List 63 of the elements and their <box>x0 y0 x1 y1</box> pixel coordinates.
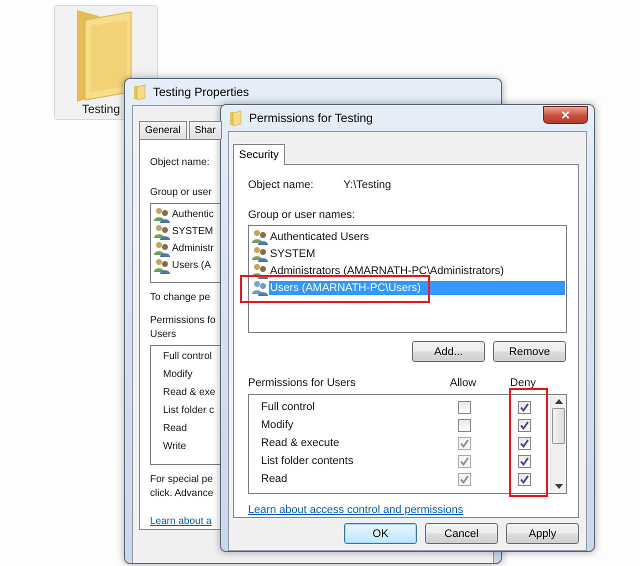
permission-name: Full control <box>260 400 316 414</box>
users-icon <box>252 280 268 296</box>
permissions-label: Permissions fo <box>150 314 216 328</box>
folder-icon <box>229 110 243 126</box>
user-item[interactable]: Users (A <box>171 259 212 272</box>
scrollbar[interactable] <box>550 395 566 493</box>
permission-name: Read & exe <box>163 386 216 400</box>
permission-name: List folder c <box>163 404 214 418</box>
scroll-up-icon[interactable] <box>554 399 562 404</box>
dialog-button[interactable]: OK <box>344 523 417 544</box>
tab[interactable]: Security <box>233 144 285 165</box>
permission-name: Modify <box>260 418 294 432</box>
user-item[interactable]: SYSTEM <box>171 225 214 238</box>
users-icon <box>154 240 170 256</box>
user-button[interactable]: Add... <box>412 341 485 362</box>
checkbox[interactable] <box>458 400 470 414</box>
group-label: Group or user <box>150 186 212 200</box>
users-icon <box>252 262 268 278</box>
learn-link[interactable]: Learn about access control and permissions <box>248 503 464 517</box>
permission-name: Full control <box>163 350 212 364</box>
special-text: For special pe <box>150 473 213 487</box>
users-icon <box>252 246 268 262</box>
tab[interactable]: General <box>139 121 187 139</box>
permission-name: Write <box>163 440 186 454</box>
scroll-down-icon[interactable] <box>554 484 562 489</box>
users-icon <box>154 206 170 222</box>
close-button[interactable]: × <box>543 106 588 124</box>
permission-name: Modify <box>163 368 192 382</box>
users-icon <box>154 258 170 274</box>
group-label: Group or user names: <box>248 208 355 222</box>
checkbox[interactable] <box>518 400 530 414</box>
checkbox[interactable] <box>518 472 530 486</box>
permission-name: List folder contents <box>260 454 354 468</box>
users-icon <box>154 224 170 240</box>
permissions-label: Permissions for Users <box>248 376 357 390</box>
deny-header: Deny <box>510 376 536 390</box>
permissions-user: Users <box>150 328 176 342</box>
user-item[interactable]: Administrators (AMARNATH-PC\Administrators) <box>269 264 505 278</box>
user-button[interactable]: Remove <box>493 341 566 362</box>
checkbox[interactable] <box>518 436 530 450</box>
checkbox[interactable] <box>518 418 530 432</box>
dialog-button[interactable]: Apply <box>506 523 579 544</box>
permission-name: Read & execute <box>260 436 340 450</box>
user-item[interactable]: SYSTEM <box>269 246 316 260</box>
user-item[interactable]: Authenticated Users <box>269 230 370 244</box>
user-item[interactable]: Administr <box>171 242 215 255</box>
allow-header: Allow <box>450 376 476 390</box>
dialog-button[interactable]: Cancel <box>425 523 498 544</box>
object-name-label: Object name: <box>150 156 210 170</box>
checkbox[interactable] <box>518 454 530 468</box>
permission-name: Read <box>163 422 187 436</box>
user-item[interactable]: Authentic <box>171 208 215 221</box>
checkbox[interactable] <box>458 418 470 432</box>
folder-label: Testing <box>82 102 120 116</box>
window-title: Permissions for Testing <box>249 111 373 125</box>
users-icon <box>252 228 268 244</box>
tab[interactable]: Shar <box>188 121 222 139</box>
special-text: click. Advance <box>150 487 214 501</box>
instruction-text: To change pe <box>150 291 210 305</box>
object-name-label: Object name: <box>248 178 314 192</box>
learn-link[interactable]: Learn about a <box>150 515 212 529</box>
permission-name: Read <box>260 472 288 486</box>
object-name: Y:\Testing <box>343 178 392 192</box>
